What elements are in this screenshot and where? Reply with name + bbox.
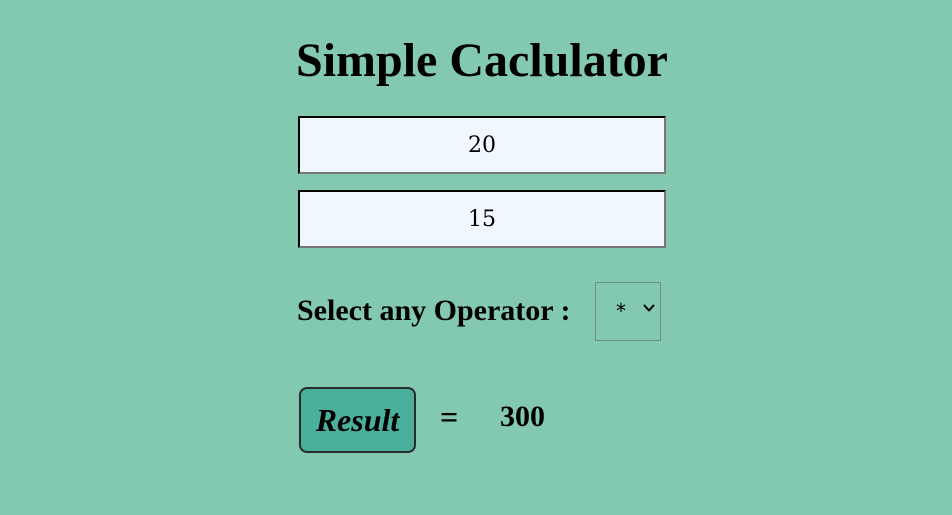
result-button[interactable]: Result <box>299 387 416 453</box>
operator-selected-value: * <box>616 299 626 323</box>
result-value: 300 <box>500 400 545 433</box>
equals-sign: = <box>440 399 459 435</box>
chevron-down-icon <box>643 304 655 312</box>
second-number-input[interactable] <box>298 190 666 248</box>
page-title: Simple Caclulator <box>296 34 668 87</box>
first-number-input[interactable] <box>298 116 666 174</box>
operator-label: Select any Operator : <box>297 294 571 327</box>
operator-select[interactable]: * <box>595 282 661 341</box>
